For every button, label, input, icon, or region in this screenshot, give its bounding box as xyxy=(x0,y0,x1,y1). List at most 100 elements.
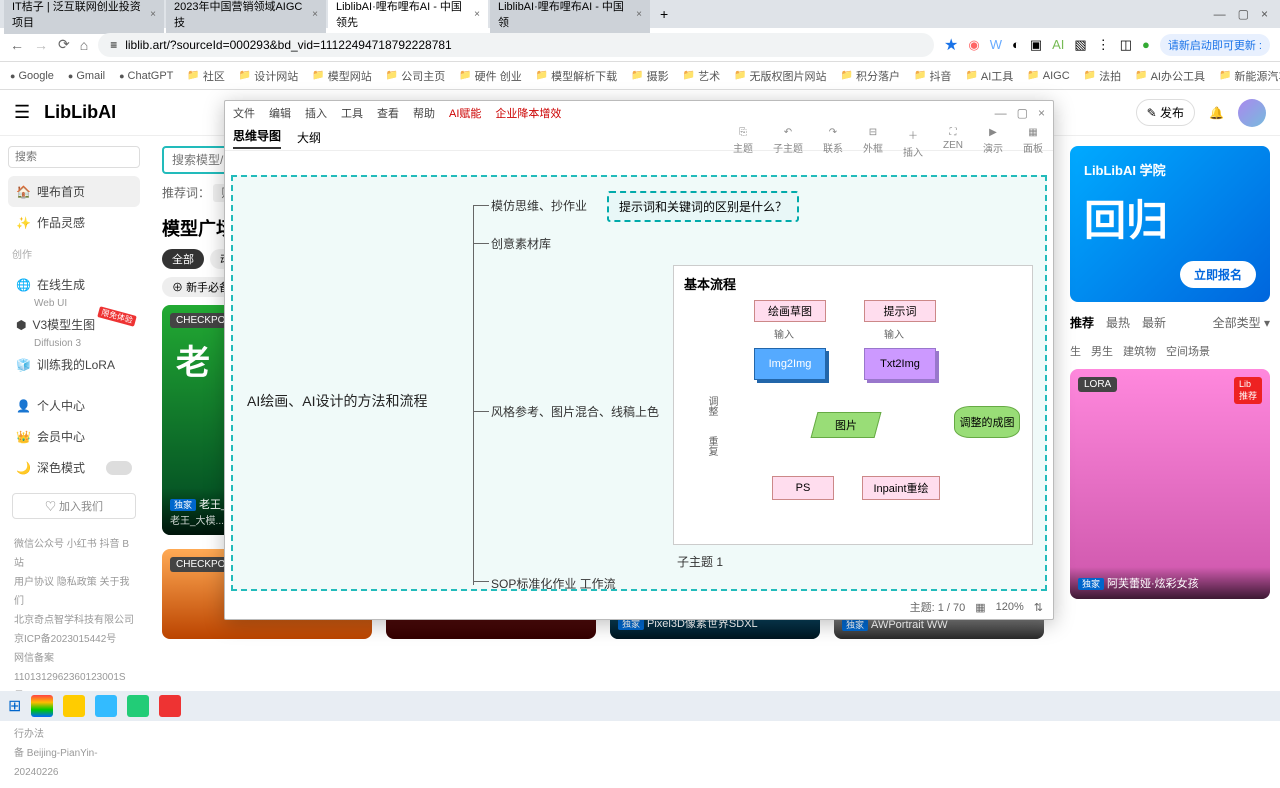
flow-node-sketch[interactable]: 绘画草图 xyxy=(754,300,826,322)
flow-node-prompt[interactable]: 提示词 xyxy=(864,300,936,322)
zoom-stepper-icon[interactable]: ⇅ xyxy=(1034,601,1043,614)
hamburger-icon[interactable]: ☰ xyxy=(14,102,30,123)
new-tab-button[interactable]: + xyxy=(652,6,676,22)
ext-icon[interactable]: W xyxy=(990,37,1002,53)
minimize-icon[interactable]: — xyxy=(1214,7,1226,21)
menu-item[interactable]: 插入 xyxy=(305,105,327,121)
site-logo[interactable]: LibLibAI xyxy=(44,102,116,123)
ext-icon[interactable]: ◉ xyxy=(968,37,979,53)
bookmark-item[interactable]: 抖音 xyxy=(914,68,951,84)
close-icon[interactable]: × xyxy=(312,9,318,20)
subtopic-node[interactable]: 子主题 1 xyxy=(677,553,723,570)
browser-tab-active[interactable]: LiblibAI·哩布哩布AI - 中国领先× xyxy=(328,0,488,34)
maximize-icon[interactable]: ▢ xyxy=(1017,106,1028,120)
bookmark-item[interactable]: 积分落户 xyxy=(841,68,900,84)
close-window-icon[interactable]: × xyxy=(1261,7,1268,21)
bookmark-item[interactable]: 新能源汽车 xyxy=(1219,68,1280,84)
promo-banner[interactable]: LibLibAI 学院 回归 立即报名 xyxy=(1070,146,1270,302)
profile-icon[interactable]: ● xyxy=(1142,37,1150,53)
ext-icon[interactable]: ◐ xyxy=(1012,37,1020,53)
ext-icon[interactable]: ▣ xyxy=(1030,37,1042,53)
home-icon[interactable]: ⌂ xyxy=(80,37,88,53)
start-icon[interactable]: ⊞ xyxy=(8,696,21,716)
tool-panel[interactable]: ▦面板 xyxy=(1023,127,1043,159)
bookmark-item[interactable]: 模型解析下载 xyxy=(536,68,617,84)
bookmark-item[interactable]: AI工具 xyxy=(965,68,1013,84)
flow-node-pic[interactable]: 图片 xyxy=(811,412,882,438)
model-card[interactable]: LORA Lib 推荐 独家阿芙蕾娅·炫彩女孩 xyxy=(1070,369,1270,599)
maximize-icon[interactable]: ▢ xyxy=(1238,7,1249,21)
flowchart-box[interactable]: 基本流程 绘画草图 提示词 输入 输入 Img2Img Txt2Img 图片 调… xyxy=(673,265,1033,545)
tool-frame[interactable]: ⊟外框 xyxy=(863,127,883,159)
taskbar-app-icon[interactable] xyxy=(159,695,181,717)
menu-item-biz[interactable]: 企业降本增效 xyxy=(495,105,561,121)
side-panel-icon[interactable]: ◫ xyxy=(1120,37,1132,53)
menu-item[interactable]: 编辑 xyxy=(269,105,291,121)
menu-item[interactable]: 工具 xyxy=(341,105,363,121)
bookmark-item[interactable]: 硬件 创业 xyxy=(459,68,522,84)
avatar[interactable] xyxy=(1238,99,1266,127)
branch-node[interactable]: SOP标准化作业 工作流 xyxy=(491,575,616,591)
tool-insert[interactable]: ＋插入 xyxy=(903,127,923,159)
browser-tab[interactable]: IT桔子 | 泛互联网创业投资项目× xyxy=(4,0,164,34)
sidebar-profile[interactable]: 👤个人中心 xyxy=(8,390,140,421)
bookmark-item[interactable]: AIGC xyxy=(1027,70,1069,82)
bookmark-item[interactable]: 模型网站 xyxy=(312,68,371,84)
tool-present[interactable]: ▶演示 xyxy=(983,127,1003,159)
map-icon[interactable]: ▦ xyxy=(975,601,985,614)
close-icon[interactable]: × xyxy=(150,9,156,20)
bookmark-item[interactable]: 艺术 xyxy=(683,68,720,84)
sidebar-inspiration[interactable]: ✨作品灵感 xyxy=(8,207,140,238)
bookmark-item[interactable]: Gmail xyxy=(68,70,105,82)
sidebar-dark[interactable]: 🌙深色模式 xyxy=(8,452,140,483)
url-input[interactable]: ≡ liblib.art/?sourceId=000293&bd_vid=111… xyxy=(98,33,934,57)
bookmark-item[interactable]: Google xyxy=(10,70,54,82)
bookmark-item[interactable]: 公司主页 xyxy=(386,68,445,84)
tag-chip[interactable]: 建筑物 xyxy=(1123,343,1156,359)
tool-link[interactable]: ↷联系 xyxy=(823,127,843,159)
taskbar-app-icon[interactable] xyxy=(95,695,117,717)
tool-topic[interactable]: ⎘主题 xyxy=(733,127,753,159)
ext-icon[interactable]: ▧ xyxy=(1074,37,1086,53)
selected-node[interactable]: 提示词和关键词的区别是什么？ xyxy=(607,191,799,222)
tag-chip[interactable]: 男生 xyxy=(1091,343,1113,359)
filter-pill[interactable]: 全部 xyxy=(162,249,204,269)
taskbar-app-icon[interactable] xyxy=(31,695,53,717)
tag-chip[interactable]: 生 xyxy=(1070,343,1081,359)
type-dropdown[interactable]: 全部类型 ▾ xyxy=(1213,314,1270,331)
sort-tab[interactable]: 推荐 xyxy=(1070,314,1094,331)
sidebar-v3[interactable]: ⬢V3模型生图限免体验 xyxy=(8,309,140,340)
tag-chip[interactable]: 空间场景 xyxy=(1166,343,1210,359)
flow-node-txt2img[interactable]: Txt2Img xyxy=(864,348,936,380)
branch-node[interactable]: 创意素材库 xyxy=(491,235,551,252)
bookmark-item[interactable]: 社区 xyxy=(187,68,224,84)
menu-item[interactable]: 查看 xyxy=(377,105,399,121)
menu-item-ai[interactable]: AI赋能 xyxy=(449,105,481,121)
close-icon[interactable]: × xyxy=(474,9,480,20)
bookmark-item[interactable]: 设计网站 xyxy=(239,68,298,84)
bookmark-item[interactable]: 无版权图片网站 xyxy=(734,68,826,84)
tab-mindmap[interactable]: 思维导图 xyxy=(233,127,281,149)
bookmark-item[interactable]: ChatGPT xyxy=(119,70,173,82)
notification-icon[interactable]: 🔔 xyxy=(1209,106,1224,120)
promo-button[interactable]: 立即报名 xyxy=(1180,261,1256,288)
forward-icon[interactable]: → xyxy=(34,37,48,53)
menu-item[interactable]: 帮助 xyxy=(413,105,435,121)
flow-node-ps[interactable]: PS xyxy=(772,476,834,500)
ext-icon[interactable]: AI xyxy=(1052,37,1064,53)
bookmark-star-icon[interactable]: ★ xyxy=(944,35,958,55)
sort-tab[interactable]: 最热 xyxy=(1106,314,1130,331)
sidebar-webui[interactable]: 🌐在线生成 xyxy=(8,269,140,300)
sidebar-home[interactable]: 🏠哩布首页 xyxy=(8,176,140,207)
flow-node-inpaint[interactable]: Inpaint重绘 xyxy=(862,476,940,500)
bookmark-item[interactable]: AI办公工具 xyxy=(1135,68,1205,84)
back-icon[interactable]: ← xyxy=(10,37,24,53)
sidebar-search[interactable] xyxy=(8,146,140,168)
reload-icon[interactable]: ⟳ xyxy=(58,36,70,53)
branch-node[interactable]: 模仿思维、抄作业 xyxy=(491,197,587,214)
taskbar-app-icon[interactable] xyxy=(63,695,85,717)
menu-item[interactable]: 文件 xyxy=(233,105,255,121)
bookmark-item[interactable]: 法拍 xyxy=(1084,68,1121,84)
tab-outline[interactable]: 大纲 xyxy=(297,129,321,146)
minimize-icon[interactable]: — xyxy=(995,106,1007,120)
